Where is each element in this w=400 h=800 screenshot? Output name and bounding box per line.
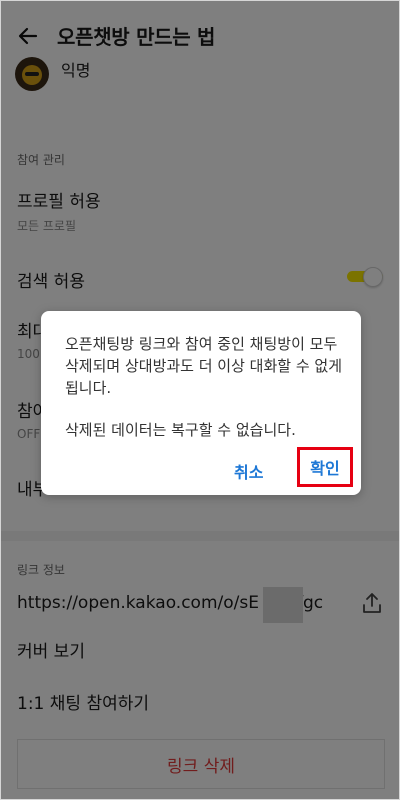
confirm-dialog: 오픈채팅방 링크와 참여 중인 채팅방이 모두 삭제되며 상대방과도 더 이상 … bbox=[41, 311, 361, 495]
cancel-button[interactable]: 취소 bbox=[234, 459, 263, 483]
dialog-message-warning: 삭제된 데이터는 복구할 수 없습니다. bbox=[65, 421, 296, 439]
dialog-message: 오픈채팅방 링크와 참여 중인 채팅방이 모두 삭제되며 상대방과도 더 이상 … bbox=[65, 335, 343, 397]
app-screen: 오픈챗방 만드는 법 익명 참여 관리 프로필 허용 모든 프로필 검색 허용 … bbox=[0, 0, 400, 800]
confirm-button[interactable]: 확인 bbox=[297, 447, 353, 487]
